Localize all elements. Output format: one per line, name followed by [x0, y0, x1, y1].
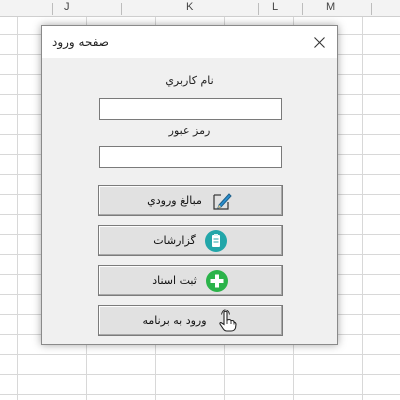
register-documents-button[interactable]: ثبت اسناد [98, 265, 283, 296]
clipboard-report-icon [204, 229, 228, 253]
login-dialog: صفحه ورود نام کاربري رمز عبور مبالغ ورود… [41, 25, 338, 345]
register-documents-label: ثبت اسناد [152, 274, 197, 287]
column-letter-j[interactable]: J [64, 1, 70, 13]
username-field[interactable] [99, 98, 282, 120]
password-field[interactable] [99, 146, 282, 168]
incoming-amounts-label: مبالغ ورودي [147, 194, 202, 207]
close-icon [313, 36, 325, 48]
close-button[interactable] [301, 26, 337, 58]
column-separator [302, 3, 303, 15]
dialog-title: صفحه ورود [52, 35, 109, 49]
dialog-titlebar[interactable]: صفحه ورود [42, 26, 337, 58]
hand-pointer-icon [215, 308, 239, 333]
pencil-edit-icon [210, 189, 234, 213]
column-letter-m[interactable]: M [326, 1, 335, 13]
column-separator [121, 3, 122, 15]
column-letter-l[interactable]: L [272, 1, 278, 13]
column-separator [258, 3, 259, 15]
enter-program-button[interactable]: ورود به برنامه [98, 305, 283, 336]
plus-add-icon [205, 269, 229, 293]
reports-label: گزارشات [153, 234, 196, 247]
username-label: نام کاربري [165, 74, 214, 87]
column-header-strip: J K L M [0, 0, 400, 17]
column-separator [371, 3, 372, 15]
incoming-amounts-button[interactable]: مبالغ ورودي [98, 185, 283, 216]
column-separator [52, 3, 53, 15]
reports-button[interactable]: گزارشات [98, 225, 283, 256]
column-letter-k[interactable]: K [186, 1, 193, 13]
password-label: رمز عبور [168, 124, 211, 137]
enter-program-label: ورود به برنامه [142, 314, 207, 327]
